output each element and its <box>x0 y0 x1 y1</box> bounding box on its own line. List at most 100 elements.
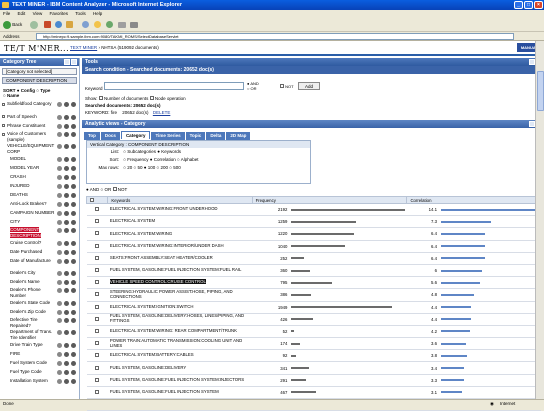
info-icon[interactable] <box>57 193 62 198</box>
tree-item[interactable]: Dealer's Phone Number <box>0 286 79 298</box>
tree-item[interactable]: Subfieldfood Category <box>0 100 79 112</box>
keywords-column-header[interactable]: Keywords <box>107 196 253 204</box>
add-icon[interactable] <box>64 102 69 107</box>
tree-item[interactable]: Phrase Constituent <box>0 121 79 130</box>
menu-tools[interactable]: Tools <box>75 11 86 16</box>
delete-link[interactable]: DELETE <box>153 110 171 115</box>
info-icon[interactable] <box>57 259 62 264</box>
home-button[interactable] <box>66 20 73 29</box>
mail-button[interactable] <box>118 20 126 29</box>
info-icon[interactable] <box>57 166 62 171</box>
info-icon[interactable] <box>57 124 62 129</box>
info-icon[interactable] <box>57 184 62 189</box>
add-icon[interactable] <box>64 115 69 120</box>
tree-item[interactable]: CAMPAIGN NUMBER <box>0 208 79 217</box>
keyword-cell[interactable]: ELECTRICAL SYSTEM <box>107 215 253 229</box>
add-icon[interactable] <box>64 330 69 335</box>
info-icon[interactable] <box>57 157 62 162</box>
back-button[interactable]: Back <box>3 20 22 29</box>
expand-checkbox[interactable] <box>2 124 5 127</box>
address-input[interactable]: http://minepc:9.sample.ibm.com:9080/TAKM… <box>36 33 514 40</box>
add-button[interactable]: Add <box>298 82 320 90</box>
refresh-button[interactable] <box>55 20 62 29</box>
panel-close-icon[interactable] <box>71 59 77 65</box>
table-row[interactable]: FUEL SYSTEM, GASOLINE:FUEL INJECTION SYS… <box>86 264 541 278</box>
table-row[interactable]: POWER TRAIN:AUTOMATIC TRANSMISSION:COOLI… <box>86 337 541 351</box>
tree-item[interactable]: INJURED <box>0 181 79 190</box>
not-checkbox[interactable]: NOT <box>280 84 294 89</box>
table-row[interactable]: STEERING:HYDRAULIC POWER ASSIST:HOSE, PI… <box>86 288 541 302</box>
info-icon[interactable] <box>57 220 62 225</box>
menu-favorites[interactable]: Favorites <box>50 11 69 16</box>
filter-icon[interactable] <box>71 318 76 323</box>
keyword-cell[interactable]: SEATS:FRONT ASSEMBLY:SEAT HEATER/COOLER <box>107 252 253 265</box>
keyword-cell[interactable]: STEERING:HYDRAULIC POWER ASSIST:HOSE, PI… <box>107 288 253 302</box>
info-icon[interactable] <box>57 301 62 306</box>
add-icon[interactable] <box>64 352 69 357</box>
add-icon[interactable] <box>64 175 69 180</box>
tree-item[interactable]: CRASH <box>0 172 79 181</box>
page-scrollbar[interactable] <box>535 41 544 399</box>
info-icon[interactable] <box>57 352 62 357</box>
row-checkbox[interactable] <box>86 252 108 265</box>
filter-icon[interactable] <box>71 202 76 207</box>
add-icon[interactable] <box>64 193 69 198</box>
add-icon[interactable] <box>64 370 69 375</box>
keyword-input[interactable] <box>104 82 244 90</box>
add-icon[interactable] <box>64 124 69 129</box>
keyword-cell[interactable]: FUEL SYSTEM, GASOLINE:FUEL INJECTION SYS… <box>107 264 253 278</box>
filter-icon[interactable] <box>71 220 76 225</box>
filter-icon[interactable] <box>71 370 76 375</box>
close-button[interactable]: × <box>534 1 543 9</box>
add-icon[interactable] <box>64 228 69 233</box>
tree-item[interactable]: CITY <box>0 217 79 226</box>
tree-item[interactable]: Date Purchased <box>0 247 79 256</box>
filter-icon[interactable] <box>71 361 76 366</box>
keyword-cell[interactable]: ELECTRICAL SYSTEM:BATTERY:CABLES <box>107 349 253 363</box>
info-icon[interactable] <box>57 379 62 384</box>
add-icon[interactable] <box>64 310 69 315</box>
row-checkbox[interactable] <box>86 227 108 241</box>
keyword-cell[interactable]: POWER TRAIN:AUTOMATIC TRANSMISSION:COOLI… <box>107 337 253 351</box>
table-row[interactable]: ELECTRICAL SYSTEM:IGNITION:SWITCH 1949 4.4 <box>86 301 541 314</box>
filter-icon[interactable] <box>71 166 76 171</box>
table-row[interactable]: ELECTRICAL SYSTEM 1259 7.3 <box>86 215 541 229</box>
filter-icon[interactable] <box>71 288 76 293</box>
keyword-cell[interactable]: FUEL SYSTEM, GASOLINE:DELIVERY <box>107 361 253 375</box>
add-icon[interactable] <box>64 343 69 348</box>
table-row[interactable]: FUEL SYSTEM, GASOLINE:FUEL INJECTION SYS… <box>86 374 541 387</box>
table-row[interactable]: FUEL SYSTEM, GASOLINE:DELIVERY 341 3.4 <box>86 361 541 375</box>
history-button[interactable] <box>106 20 113 29</box>
add-icon[interactable] <box>64 241 69 246</box>
add-icon[interactable] <box>64 259 69 264</box>
row-checkbox[interactable] <box>86 361 108 375</box>
print-button[interactable] <box>130 20 138 29</box>
add-icon[interactable] <box>64 250 69 255</box>
keyword-cell[interactable]: FUEL SYSTEM, GASOLINE:DELIVERY:HOSES, LI… <box>107 313 253 326</box>
add-icon[interactable] <box>64 211 69 216</box>
table-row[interactable]: SEATS:FRONT ASSEMBLY:SEAT HEATER/COOLER 2… <box>86 252 541 265</box>
add-icon[interactable] <box>64 220 69 225</box>
info-icon[interactable] <box>57 370 62 375</box>
tree-item[interactable]: Date of Manufacture <box>0 256 79 265</box>
tab-category[interactable]: Category <box>120 131 151 139</box>
table-row[interactable]: FUEL SYSTEM, GASOLINE:DELIVERY:HOSES, LI… <box>86 313 541 326</box>
filter-icon[interactable] <box>71 132 76 137</box>
tree-item[interactable]: Installation System <box>0 376 79 385</box>
tree-item[interactable]: MODEL YEAR <box>0 163 79 172</box>
filter-icon[interactable] <box>71 102 76 107</box>
filter-icon[interactable] <box>71 241 76 246</box>
tab-topic[interactable]: Topic <box>185 132 206 140</box>
row-checkbox[interactable] <box>86 215 108 229</box>
add-icon[interactable] <box>64 166 69 171</box>
info-icon[interactable] <box>57 288 62 293</box>
table-row[interactable]: VEHICLE SPEED CONTROL:CRUISE CONTROL 795 5… <box>86 276 541 290</box>
expand-checkbox[interactable] <box>2 133 5 136</box>
info-icon[interactable] <box>57 343 62 348</box>
info-icon[interactable] <box>57 330 62 335</box>
filter-icon[interactable] <box>71 301 76 306</box>
menu-file[interactable]: File <box>3 11 10 16</box>
category-select[interactable]: [Category not selected] <box>2 68 77 75</box>
table-row[interactable]: ELECTRICAL SYSTEM:WIRING:FRONT UNDERHOOD… <box>86 203 541 217</box>
add-icon[interactable] <box>64 280 69 285</box>
